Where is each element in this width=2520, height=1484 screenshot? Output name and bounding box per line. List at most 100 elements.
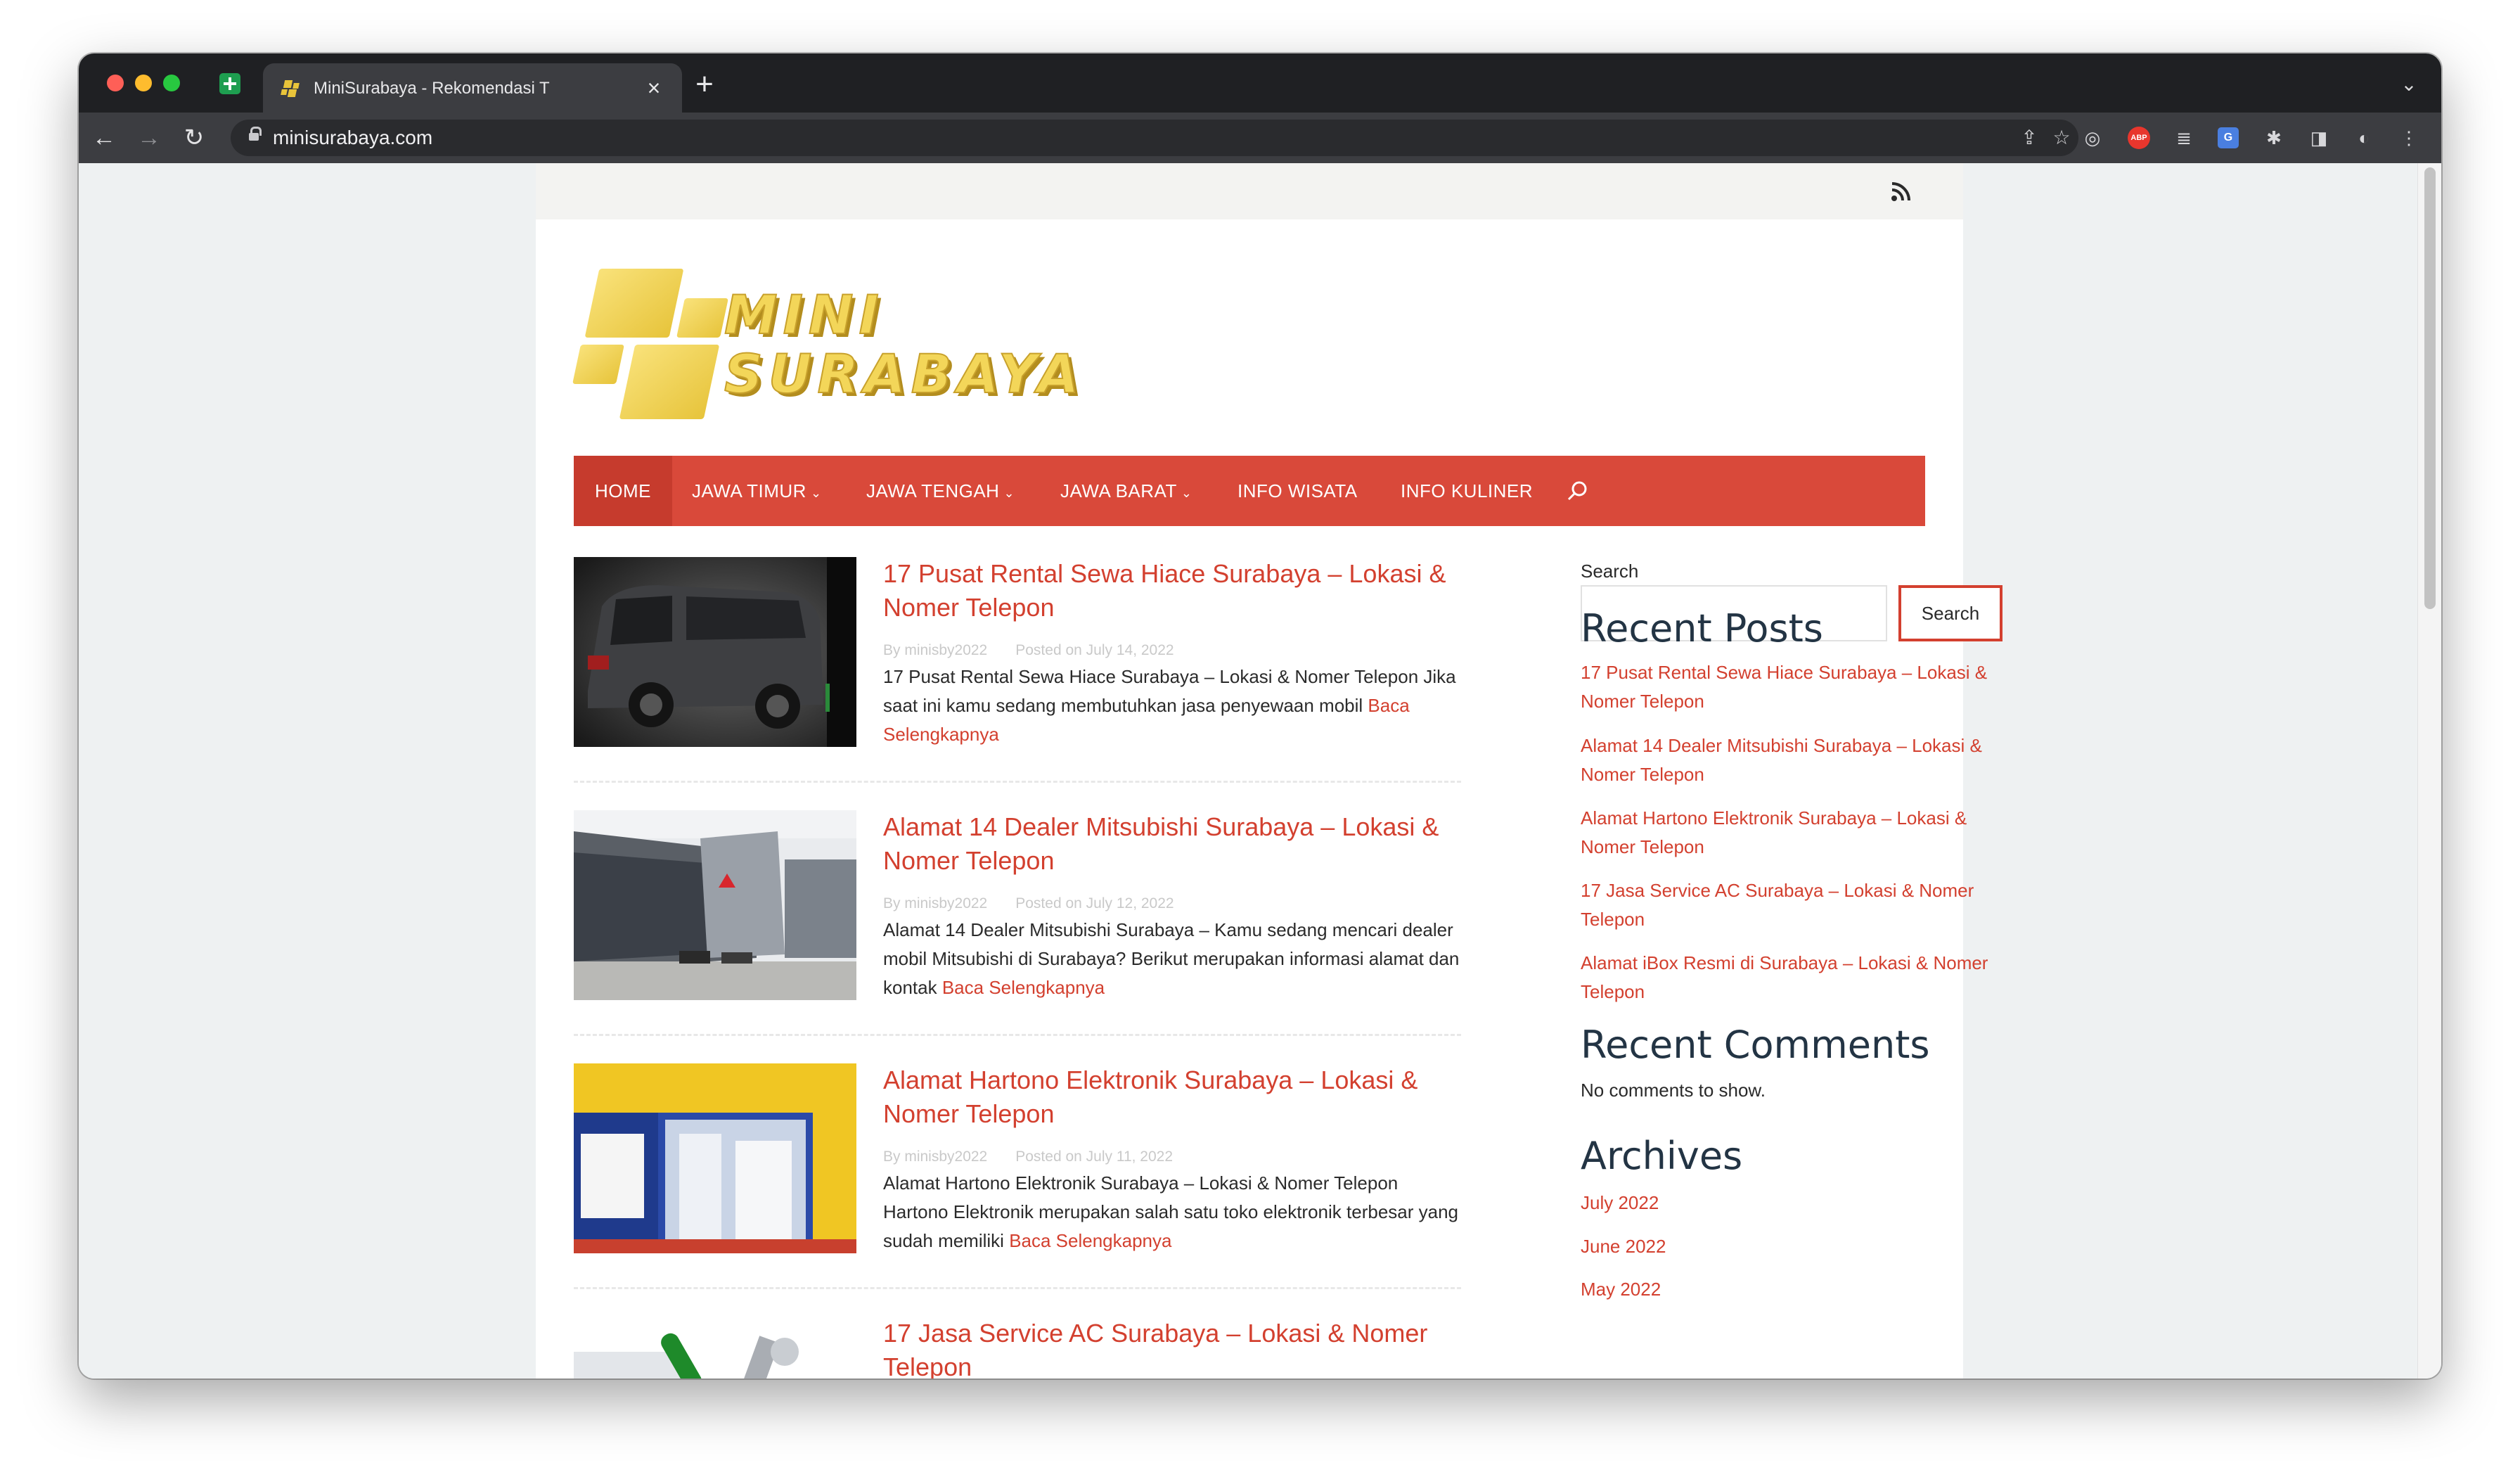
- top-bar: [536, 163, 1963, 219]
- tab-close-icon[interactable]: ×: [643, 77, 665, 100]
- url-text[interactable]: minisurabaya.com: [273, 125, 432, 151]
- menu-item-info-kuliner[interactable]: INFO KULINER: [1401, 456, 1533, 526]
- tab-search-chevron-icon[interactable]: ⌄: [2398, 73, 2420, 96]
- recent-post-link[interactable]: Alamat 14 Dealer Mitsubishi Surabaya – L…: [1581, 731, 2002, 789]
- share-icon[interactable]: ⇪: [2017, 125, 2042, 151]
- profile-avatar-icon[interactable]: ◐: [2351, 125, 2377, 151]
- search-icon[interactable]: [1567, 480, 1589, 502]
- reload-icon[interactable]: ↻: [180, 124, 208, 152]
- site-favicon-icon: [280, 79, 301, 98]
- browser-menu-icon[interactable]: ⋮: [2396, 125, 2422, 151]
- recent-post-link[interactable]: Alamat Hartono Elektronik Surabaya – Lok…: [1581, 804, 2002, 862]
- extension-glasses-icon[interactable]: ◎: [2080, 125, 2105, 151]
- menu-item-jawa-tengah[interactable]: JAWA TENGAH ⌄: [866, 456, 1015, 526]
- post-item: 17 Pusat Rental Sewa Hiace Surabaya – Lo…: [574, 557, 1461, 783]
- new-tab-button[interactable]: +: [690, 69, 719, 100]
- pinned-tab-sheets-icon[interactable]: [219, 73, 240, 94]
- extensions-puzzle-icon[interactable]: ✱: [2261, 125, 2287, 151]
- menu-item-label: JAWA TIMUR: [692, 480, 806, 501]
- search-label: Search: [1581, 561, 1639, 582]
- logo-square-small: [676, 298, 728, 338]
- archive-link[interactable]: June 2022: [1581, 1232, 2002, 1261]
- post-meta: By minisby2022 Posted on July 14, 2022: [883, 640, 1174, 661]
- browser-toolbar: ← → ↻ minisurabaya.com ⇪ ☆ ◎ ABP ≣ G ✱ ◨…: [79, 113, 2441, 163]
- logo-square-large: [619, 345, 720, 419]
- post-date[interactable]: Posted on July 12, 2022: [1015, 895, 1174, 911]
- archive-link[interactable]: May 2022: [1581, 1275, 2002, 1304]
- post-meta: By minisby2022 Posted on July 12, 2022: [883, 893, 1174, 914]
- post-thumbnail-mitsubishi[interactable]: [574, 810, 856, 1000]
- post-thumbnail-hartono[interactable]: [574, 1063, 856, 1253]
- post-thumbnail-ac-service[interactable]: [574, 1331, 856, 1379]
- close-window-button[interactable]: [107, 75, 124, 91]
- site-logo[interactable]: MINI SURABAYA: [572, 269, 1079, 430]
- minimize-window-button[interactable]: [135, 75, 152, 91]
- side-panel-icon[interactable]: ◨: [2306, 125, 2332, 151]
- search-button[interactable]: Search: [1898, 585, 2002, 641]
- post-title[interactable]: Alamat 14 Dealer Mitsubishi Surabaya – L…: [883, 810, 1461, 878]
- recent-comments-heading: Recent Comments: [1581, 1023, 1930, 1067]
- post-item: Alamat 14 Dealer Mitsubishi Surabaya – L…: [574, 810, 1461, 1036]
- scrollbar-thumb[interactable]: [2424, 167, 2436, 609]
- menu-item-label: JAWA TENGAH: [866, 480, 1000, 501]
- scrollbar[interactable]: [2417, 163, 2441, 1379]
- adblock-plus-icon[interactable]: ABP: [2128, 127, 2150, 149]
- address-bar[interactable]: minisurabaya.com ⇪ ☆: [231, 120, 2078, 156]
- menu-item-home[interactable]: HOME: [574, 456, 672, 526]
- recent-post-link[interactable]: 17 Pusat Rental Sewa Hiace Surabaya – Lo…: [1581, 658, 2002, 716]
- menu-item-label: HOME: [595, 480, 651, 501]
- menu-item-label: INFO WISATA: [1238, 480, 1358, 501]
- archive-link[interactable]: July 2022: [1581, 1189, 2002, 1217]
- logo-text-mini: MINI: [724, 283, 885, 346]
- recent-post-link[interactable]: 17 Jasa Service AC Surabaya – Lokasi & N…: [1581, 876, 2002, 934]
- post-item: 17 Jasa Service AC Surabaya – Lokasi & N…: [574, 1317, 1461, 1379]
- google-translate-icon[interactable]: G: [2218, 127, 2239, 148]
- tab-strip: MiniSurabaya - Rekomendasi T × + ⌄: [79, 53, 2441, 113]
- post-author[interactable]: By minisby2022: [883, 1149, 987, 1165]
- post-divider: [574, 781, 1461, 783]
- post-title[interactable]: 17 Jasa Service AC Surabaya – Lokasi & N…: [883, 1317, 1461, 1379]
- lock-icon[interactable]: [249, 127, 262, 143]
- tab-title: MiniSurabaya - Rekomendasi T: [314, 77, 595, 100]
- forward-icon[interactable]: →: [135, 124, 163, 152]
- post-author[interactable]: By minisby2022: [883, 642, 987, 658]
- post-excerpt: Alamat Hartono Elektronik Surabaya – Lok…: [883, 1169, 1461, 1255]
- post-title[interactable]: 17 Pusat Rental Sewa Hiace Surabaya – Lo…: [883, 557, 1461, 625]
- post-title[interactable]: Alamat Hartono Elektronik Surabaya – Lok…: [883, 1063, 1461, 1131]
- active-tab[interactable]: MiniSurabaya - Rekomendasi T ×: [263, 63, 682, 113]
- read-more-link[interactable]: Baca Selengkapnya: [1009, 1230, 1171, 1251]
- menu-item-jawa-timur[interactable]: JAWA TIMUR ⌄: [692, 456, 822, 526]
- post-author[interactable]: By minisby2022: [883, 895, 987, 911]
- post-thumbnail-hiace[interactable]: [574, 557, 856, 747]
- post-item: Alamat Hartono Elektronik Surabaya – Lok…: [574, 1063, 1461, 1289]
- post-date[interactable]: Posted on July 14, 2022: [1015, 642, 1174, 658]
- post-divider: [574, 1287, 1461, 1289]
- site-page: MINI SURABAYA HOME JAWA TIMUR ⌄ JAWA TENG…: [536, 163, 2002, 1379]
- recent-post-link[interactable]: Alamat iBox Resmi di Surabaya – Lokasi &…: [1581, 949, 2002, 1006]
- post-excerpt: Alamat 14 Dealer Mitsubishi Surabaya – K…: [883, 916, 1461, 1002]
- recent-posts-heading: Recent Posts: [1581, 606, 1823, 651]
- post-date[interactable]: Posted on July 11, 2022: [1015, 1149, 1173, 1165]
- logo-square-small: [572, 345, 624, 384]
- bookmark-star-icon[interactable]: ☆: [2049, 125, 2074, 151]
- main-menu: HOME JAWA TIMUR ⌄ JAWA TENGAH ⌄ JAWA BARAT…: [574, 456, 1925, 526]
- menu-item-jawa-barat[interactable]: JAWA BARAT ⌄: [1060, 456, 1192, 526]
- no-comments-text: No comments to show.: [1581, 1080, 1766, 1101]
- chevron-down-icon: ⌄: [1003, 486, 1015, 500]
- logo-square-large: [584, 269, 684, 338]
- archives-heading: Archives: [1581, 1134, 1743, 1178]
- post-divider: [574, 1034, 1461, 1036]
- logo-text-surabaya: SURABAYA: [724, 343, 1085, 405]
- menu-item-label: JAWA BARAT: [1060, 480, 1177, 501]
- zoom-window-button[interactable]: [163, 75, 180, 91]
- menu-item-label: INFO KULINER: [1401, 480, 1534, 501]
- back-icon[interactable]: ←: [90, 124, 118, 152]
- chevron-down-icon: ⌄: [1181, 486, 1192, 500]
- chevron-down-icon: ⌄: [810, 486, 822, 500]
- rss-icon[interactable]: [1890, 180, 1912, 203]
- browser-window: MiniSurabaya - Rekomendasi T × + ⌄ ← → ↻…: [79, 53, 2441, 1379]
- read-more-link[interactable]: Baca Selengkapnya: [942, 977, 1105, 998]
- post-meta: By minisby2022 Posted on July 11, 2022: [883, 1146, 1173, 1168]
- reader-mode-icon[interactable]: ≣: [2171, 125, 2197, 151]
- menu-item-info-wisata[interactable]: INFO WISATA: [1238, 456, 1358, 526]
